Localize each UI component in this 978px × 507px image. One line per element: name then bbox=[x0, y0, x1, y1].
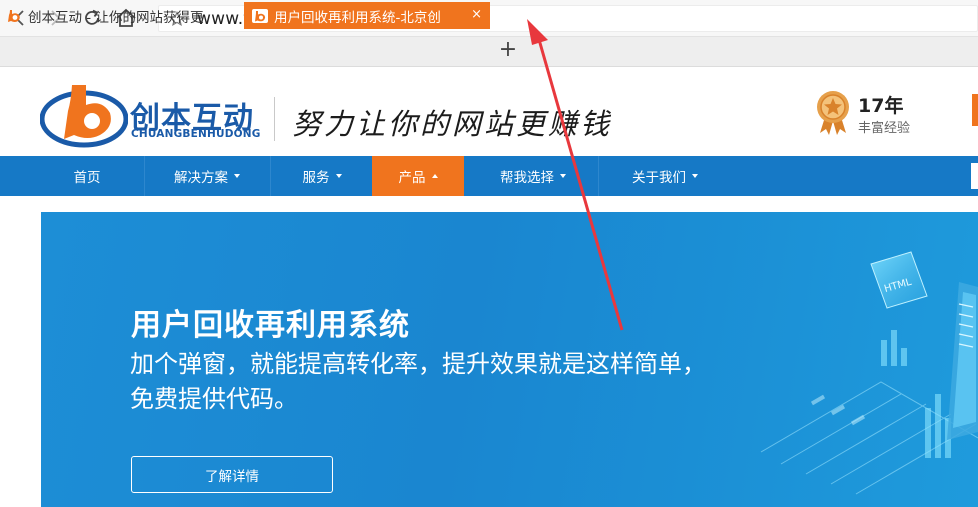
nav-item-home[interactable]: 首页 bbox=[38, 156, 136, 196]
nav-item-solutions[interactable]: 解决方案 bbox=[146, 156, 268, 196]
years-subtitle: 丰富经验 bbox=[858, 121, 911, 136]
slogan: 努力让你的网站更赚钱 bbox=[292, 107, 613, 141]
learn-more-button[interactable]: 了解详情 bbox=[131, 456, 333, 493]
plus-icon[interactable]: + bbox=[497, 39, 519, 62]
site-favicon bbox=[252, 8, 268, 23]
hero-description: 加个弹窗，就能提高转化率，提升效果就是这样简单， 免费提供代码。 bbox=[130, 347, 750, 417]
chevron-down-icon bbox=[560, 174, 566, 178]
nav-separator bbox=[270, 156, 271, 196]
hero-banner: HTML 用户回收再利用系统 加个弹窗，就能提高转化率，提升效果就是这样简单， … bbox=[41, 212, 978, 507]
hero-description-line: 免费提供代码。 bbox=[130, 385, 298, 413]
nav-item-products[interactable]: 产品 bbox=[372, 156, 464, 196]
tab-chuangben-home[interactable]: 创本互动 - 让你的网站获得更 bbox=[0, 2, 240, 29]
hero-title: 用户回收再利用系统 bbox=[131, 308, 410, 343]
nav-label: 解决方案 bbox=[174, 170, 228, 186]
hero-description-line: 加个弹窗，就能提高转化率，提升效果就是这样简单， bbox=[130, 350, 706, 378]
nav-separator bbox=[144, 156, 145, 196]
logo-mark[interactable] bbox=[40, 81, 128, 149]
site-favicon bbox=[8, 9, 20, 22]
nav-search-edge[interactable] bbox=[971, 163, 978, 189]
tab-title: 用户回收再利用系统-北京创 bbox=[274, 9, 441, 26]
site-header: 创本互动 CHUANGBENHUDONG 努力让你的网站更赚钱 17年 丰富经验 bbox=[0, 67, 978, 156]
header-cta-edge[interactable] bbox=[972, 94, 978, 126]
chevron-down-icon bbox=[692, 174, 698, 178]
nav-label: 关于我们 bbox=[632, 170, 686, 186]
nav-label: 帮我选择 bbox=[500, 170, 554, 186]
nav-label: 首页 bbox=[73, 170, 101, 186]
tab-title: 创本互动 - 让你的网站获得更 bbox=[28, 9, 204, 26]
tab-bar bbox=[0, 37, 978, 67]
nav-item-about-us[interactable]: 关于我们 bbox=[600, 156, 730, 196]
medal-icon bbox=[817, 91, 849, 135]
nav-separator bbox=[598, 156, 599, 196]
nav-label: 服务 bbox=[302, 170, 330, 186]
chevron-down-icon bbox=[335, 174, 342, 178]
nav-label: 产品 bbox=[398, 170, 426, 186]
tab-user-recycle-system[interactable]: 用户回收再利用系统-北京创 × bbox=[244, 2, 490, 29]
nav-item-services[interactable]: 服务 bbox=[272, 156, 372, 196]
logo-pinyin: CHUANGBENHUDONG bbox=[131, 128, 261, 140]
chevron-up-icon bbox=[431, 174, 438, 178]
years-count: 17年 bbox=[858, 95, 904, 117]
header-divider bbox=[274, 97, 275, 141]
nav-item-help-me-choose[interactable]: 帮我选择 bbox=[470, 156, 596, 196]
chevron-down-icon bbox=[234, 174, 240, 178]
close-icon[interactable]: × bbox=[471, 7, 482, 22]
main-nav: 首页 解决方案 服务 产品 帮我选择 关于我们 bbox=[0, 156, 978, 196]
